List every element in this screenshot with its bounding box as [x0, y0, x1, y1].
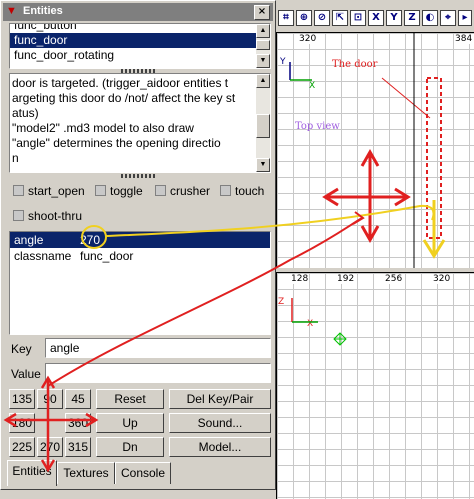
- dn-button[interactable]: Dn: [96, 437, 164, 457]
- angle-45-button[interactable]: 45: [65, 389, 91, 409]
- description-line: door is targeted. (trigger_aidoor entiti…: [12, 76, 229, 90]
- key-field[interactable]: angle: [45, 338, 271, 358]
- scroll-thumb[interactable]: [256, 114, 270, 138]
- angle-225-button[interactable]: 225: [9, 437, 35, 457]
- tab-entities[interactable]: Entities: [7, 460, 57, 486]
- keyvalue-list[interactable]: angle 270 classname func_door: [9, 231, 271, 335]
- toolbar-button-11[interactable]: ▸: [458, 10, 472, 26]
- description-line: "model2" .md3 model to also draw: [12, 121, 194, 135]
- flag-toggle[interactable]: toggle: [95, 184, 143, 198]
- flag-shoot-thru[interactable]: shoot-thru: [13, 209, 82, 223]
- front-coord-192: 192: [337, 274, 355, 284]
- checkbox-icon[interactable]: [220, 185, 231, 196]
- list-item[interactable]: func_button: [10, 24, 256, 33]
- description-line: n: [12, 151, 19, 165]
- angle-180-button[interactable]: 180: [9, 413, 35, 433]
- kv-value: func_door: [80, 249, 134, 263]
- angle-90-button[interactable]: 90: [37, 389, 63, 409]
- toolbar-button-5[interactable]: ⊡: [350, 10, 366, 26]
- sound-button[interactable]: Sound...: [169, 413, 271, 433]
- top-coord-320: 320: [299, 34, 317, 44]
- description-line: argeting this door do /not/ affect the k…: [12, 91, 236, 105]
- value-label: Value: [11, 367, 41, 381]
- del-key-pair-button[interactable]: Del Key/Pair: [169, 389, 271, 409]
- top-view-viewport[interactable]: 320 384 Y X The door Top view: [276, 32, 474, 268]
- checkbox-icon[interactable]: [155, 185, 166, 196]
- angle-360-button[interactable]: 360: [65, 413, 91, 433]
- window-app-icon: ▼: [6, 5, 17, 17]
- close-button[interactable]: ×: [254, 5, 270, 20]
- toolbar-button-2[interactable]: ⊕: [296, 10, 312, 26]
- toolbar-button-1[interactable]: ⌗: [278, 10, 294, 26]
- scroll-thumb[interactable]: [256, 40, 270, 50]
- checkbox-icon[interactable]: [13, 185, 24, 196]
- toolbar-button-4[interactable]: ⇱: [332, 10, 348, 26]
- reset-button[interactable]: Reset: [96, 389, 164, 409]
- up-button[interactable]: Up: [96, 413, 164, 433]
- splitter-grip[interactable]: [121, 174, 155, 178]
- class-list-scrollbar[interactable]: ▲ ▼: [256, 24, 270, 68]
- front-view-viewport[interactable]: 128 192 256 320 Z X: [276, 272, 474, 499]
- scroll-down-icon[interactable]: ▼: [256, 54, 270, 68]
- front-axis-z-label: Z: [278, 297, 285, 307]
- top-view-annotation: Top view: [295, 121, 340, 132]
- description-line: atus): [12, 106, 39, 120]
- list-item-selected[interactable]: func_door: [10, 33, 256, 48]
- value-field[interactable]: [45, 363, 271, 383]
- kv-key: classname: [14, 249, 72, 263]
- flag-label: start_open: [28, 184, 85, 198]
- map-editor-area: ⌗ ⊕ ⊘ ⇱ ⊡ X Y Z ◐ ⌖ ▸ 320 384 Y X The do…: [270, 0, 474, 499]
- flag-label: toggle: [110, 184, 143, 198]
- flag-label: crusher: [170, 184, 211, 198]
- tab-textures[interactable]: Textures: [57, 462, 115, 484]
- toolbar-y-button[interactable]: Y: [386, 10, 402, 26]
- top-axis-y-label: Y: [280, 57, 286, 67]
- toolbar-x-button[interactable]: X: [368, 10, 384, 26]
- angle-135-button[interactable]: 135: [9, 389, 35, 409]
- door-annotation: The door: [332, 59, 378, 70]
- editor-toolbar: ⌗ ⊕ ⊘ ⇱ ⊡ X Y Z ◐ ⌖ ▸: [270, 8, 474, 30]
- front-coord-256: 256: [385, 274, 403, 284]
- key-label: Key: [11, 342, 32, 356]
- entity-class-list[interactable]: func_button func_door func_door_rotating…: [9, 23, 271, 69]
- scroll-down-icon[interactable]: ▼: [256, 158, 270, 172]
- window-title: Entities: [23, 5, 63, 17]
- scroll-up-icon[interactable]: ▲: [256, 24, 270, 38]
- flag-label: shoot-thru: [28, 209, 83, 223]
- toolbar-button-3[interactable]: ⊘: [314, 10, 330, 26]
- list-item[interactable]: func_door_rotating: [10, 48, 256, 63]
- flag-crusher[interactable]: crusher: [155, 184, 210, 198]
- scroll-up-icon[interactable]: ▲: [256, 74, 270, 88]
- model-button[interactable]: Model...: [169, 437, 271, 457]
- checkbox-icon[interactable]: [95, 185, 106, 196]
- kv-value: 270: [80, 233, 101, 247]
- flag-start-open[interactable]: start_open: [13, 184, 85, 198]
- front-axis-x-label: X: [307, 319, 314, 329]
- description-scrollbar[interactable]: ▲ ▼: [256, 74, 270, 172]
- entity-description: door is targeted. (trigger_aidoor entiti…: [9, 73, 271, 173]
- top-axis-x-label: X: [309, 81, 316, 91]
- front-coord-128: 128: [291, 274, 309, 284]
- tab-console[interactable]: Console: [115, 462, 171, 484]
- entities-window: ▼ Entities × func_button func_door func_…: [0, 0, 276, 490]
- table-row-selected[interactable]: angle 270: [10, 232, 270, 248]
- entities-titlebar[interactable]: ▼ Entities ×: [3, 3, 273, 21]
- flag-touch[interactable]: touch: [220, 184, 264, 198]
- angle-270-button[interactable]: 270: [37, 437, 63, 457]
- toolbar-z-button[interactable]: Z: [404, 10, 420, 26]
- toolbar-button-9[interactable]: ◐: [422, 10, 438, 26]
- top-coord-384: 384: [455, 34, 473, 44]
- table-row[interactable]: classname func_door: [10, 248, 270, 264]
- kv-key: angle: [14, 233, 44, 247]
- angle-315-button[interactable]: 315: [65, 437, 91, 457]
- toolbar-button-10[interactable]: ⌖: [440, 10, 456, 26]
- description-line: "angle" determines the opening directio: [12, 136, 221, 150]
- flag-label: touch: [235, 184, 265, 198]
- checkbox-icon[interactable]: [13, 210, 24, 221]
- splitter-grip[interactable]: [121, 69, 155, 73]
- front-coord-320: 320: [433, 274, 451, 284]
